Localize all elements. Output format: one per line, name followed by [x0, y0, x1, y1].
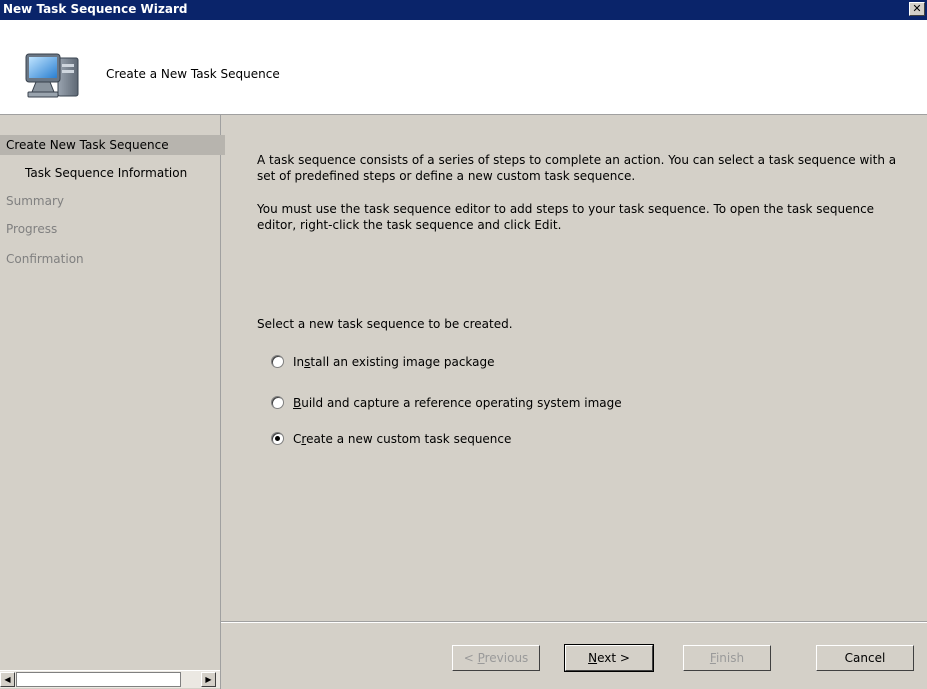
- button-separator: [221, 621, 927, 623]
- step-confirmation: Confirmation: [0, 249, 84, 269]
- scroll-left-button[interactable]: ◀: [0, 672, 15, 687]
- previous-button[interactable]: < Previous: [452, 645, 540, 671]
- scroll-right-button[interactable]: ▶: [201, 672, 216, 687]
- sidebar-horizontal-scrollbar[interactable]: ◀ ▶: [0, 670, 220, 688]
- step-label: Task Sequence Information: [25, 166, 188, 180]
- editor-instructions-paragraph: You must use the task sequence editor to…: [257, 202, 875, 232]
- page-title: Create a New Task Sequence: [106, 67, 280, 81]
- option-label: Create a new custom task sequence: [293, 432, 512, 446]
- wizard-step-list: Create New Task Sequence Task Sequence I…: [0, 115, 225, 689]
- next-button[interactable]: Next >: [564, 644, 654, 672]
- option-build-and-capture-image[interactable]: Build and capture a reference operating …: [271, 395, 622, 413]
- close-button[interactable]: ✕: [909, 2, 925, 16]
- step-task-sequence-information[interactable]: Task Sequence Information: [0, 163, 187, 183]
- step-create-new-task-sequence[interactable]: Create New Task Sequence: [0, 135, 225, 155]
- scroll-thumb[interactable]: [16, 672, 181, 687]
- computer-wizard-icon: [25, 53, 79, 98]
- step-label: Confirmation: [6, 252, 84, 266]
- finish-button[interactable]: Finish: [683, 645, 771, 671]
- step-progress: Progress: [0, 219, 57, 239]
- description-paragraph: A task sequence consists of a series of …: [257, 153, 897, 183]
- wizard-header: Create a New Task Sequence: [0, 20, 927, 115]
- title-bar[interactable]: New Task Sequence Wizard ✕: [0, 0, 927, 20]
- step-label: Create New Task Sequence: [6, 138, 169, 152]
- cancel-button[interactable]: Cancel: [816, 645, 914, 671]
- close-icon: ✕: [912, 2, 922, 15]
- wizard-window: New Task Sequence Wizard ✕ Create a New …: [0, 0, 927, 689]
- scroll-right-icon: ▶: [205, 675, 212, 684]
- radio-button-selected[interactable]: [271, 432, 284, 445]
- step-label: Summary: [6, 194, 64, 208]
- radio-button[interactable]: [271, 396, 284, 409]
- wizard-content: A task sequence consists of a series of …: [221, 115, 927, 621]
- step-label: Progress: [6, 222, 58, 236]
- selection-prompt: Select a new task sequence to be created…: [257, 317, 513, 331]
- option-create-custom-task-sequence[interactable]: Create a new custom task sequence: [271, 431, 511, 449]
- radio-button[interactable]: [271, 355, 284, 368]
- scroll-left-icon: ◀: [4, 675, 11, 684]
- step-summary: Summary: [0, 191, 64, 211]
- window-title: New Task Sequence Wizard: [3, 2, 188, 16]
- option-install-existing-image[interactable]: Install an existing image package: [271, 354, 495, 372]
- option-label: Install an existing image package: [293, 355, 495, 369]
- option-label: Build and capture a reference operating …: [293, 396, 622, 410]
